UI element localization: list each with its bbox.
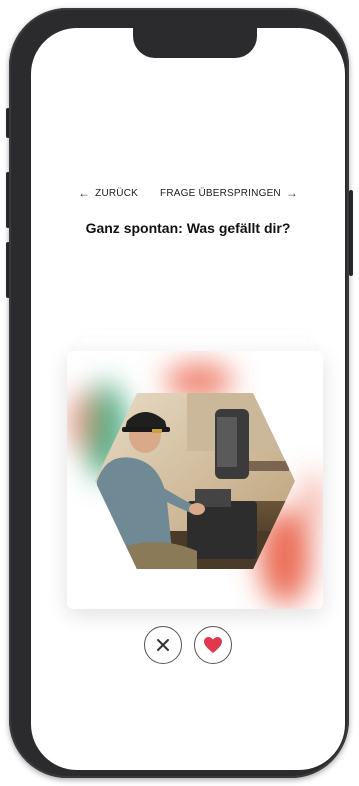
like-button[interactable] <box>194 626 232 664</box>
power-button <box>349 190 353 276</box>
card-artwork <box>69 363 323 605</box>
swipe-card[interactable] <box>67 351 323 609</box>
heart-icon <box>204 637 222 653</box>
skip-question-button[interactable]: FRAGE ÜBERSPRINGEN → <box>160 187 298 199</box>
back-label: ZURÜCK <box>95 187 139 199</box>
close-icon <box>157 639 169 651</box>
card-stack <box>67 320 323 610</box>
phone-notch <box>133 28 257 58</box>
arrow-left-icon: ← <box>77 186 91 200</box>
phone-screen: ← ZURÜCK FRAGE ÜBERSPRINGEN → Ganz spont… <box>31 28 345 770</box>
back-button[interactable]: ← ZURÜCK <box>78 187 138 199</box>
arrow-right-icon: → <box>285 186 299 200</box>
card-actions <box>31 626 345 664</box>
phone-frame: ← ZURÜCK FRAGE ÜBERSPRINGEN → Ganz spont… <box>9 8 349 778</box>
skip-label: FRAGE ÜBERSPRINGEN <box>160 187 281 199</box>
dislike-button[interactable] <box>144 626 182 664</box>
question-nav: ← ZURÜCK FRAGE ÜBERSPRINGEN → <box>31 187 345 199</box>
question-title: Ganz spontan: Was gefällt dir? <box>85 220 291 236</box>
